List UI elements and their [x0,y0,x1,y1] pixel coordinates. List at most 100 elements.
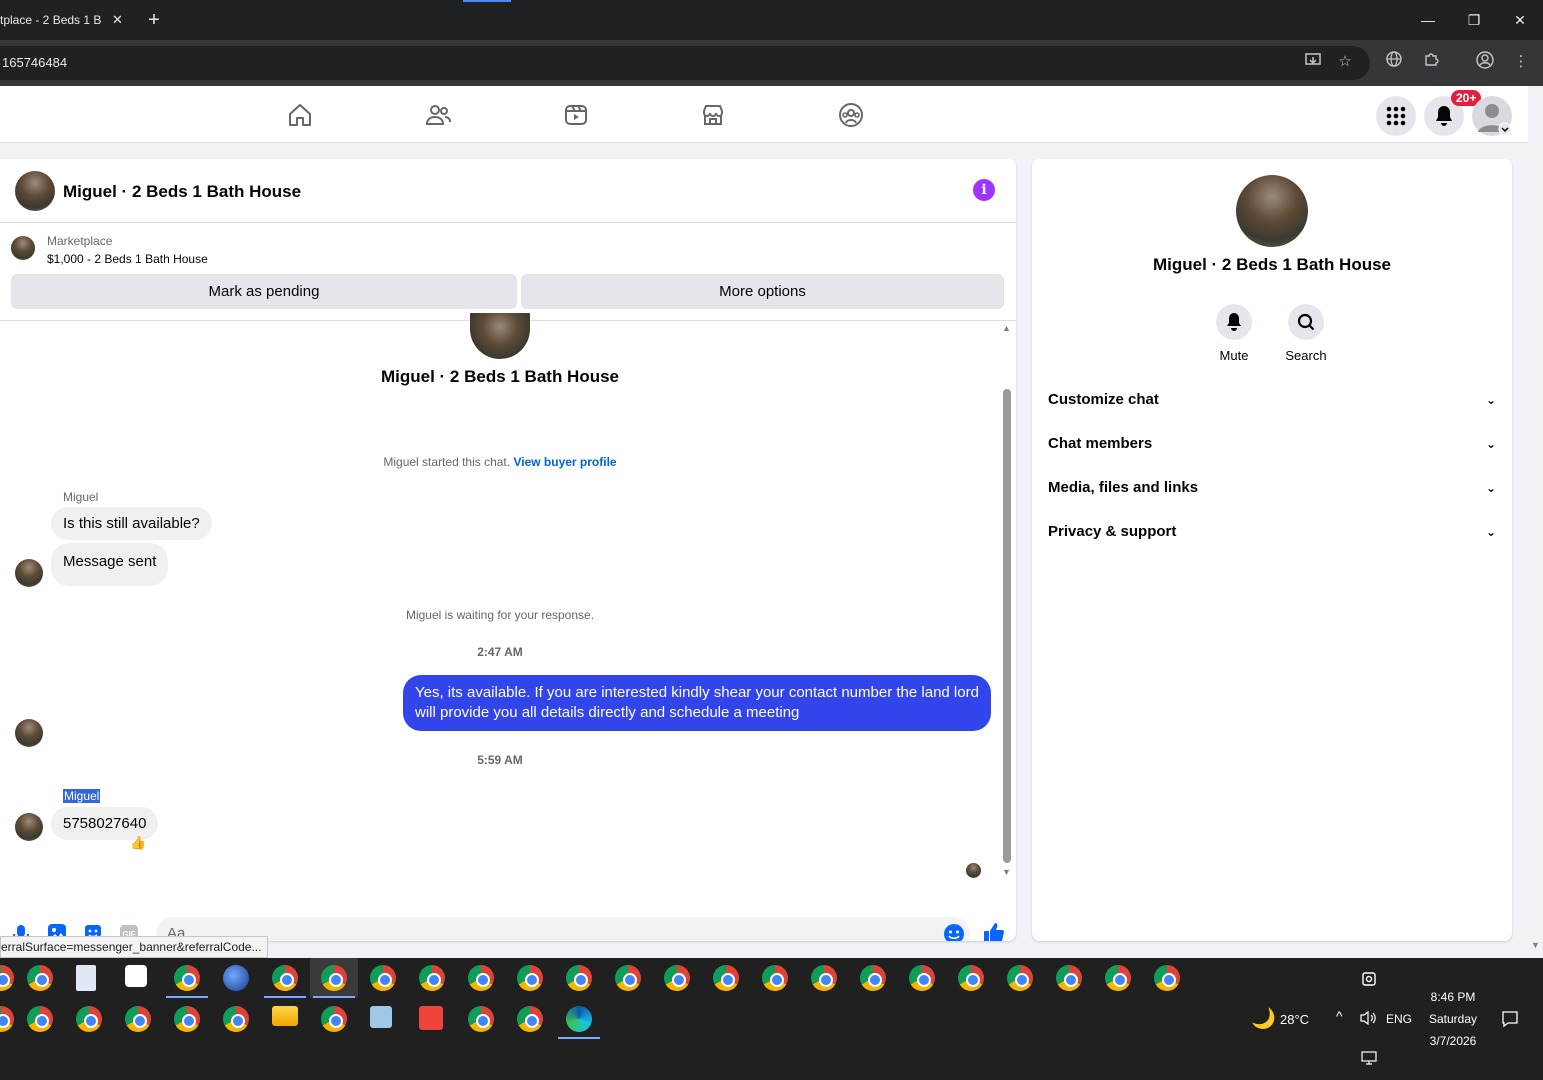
video-icon[interactable] [562,101,590,129]
chat-avatar[interactable] [15,171,55,211]
more-options-button[interactable]: More options [521,274,1004,309]
translate-globe-icon[interactable] [1383,51,1405,73]
chrome-taskbar-icon[interactable] [468,965,494,991]
chrome-taskbar-icon[interactable] [468,1006,494,1032]
chrome-taskbar-icon[interactable] [0,965,14,991]
marketplace-icon[interactable] [699,101,727,129]
chrome-taskbar-icon[interactable] [517,1006,543,1032]
profile-avatar[interactable] [1236,175,1308,247]
chrome-taskbar-icon[interactable] [76,1006,102,1032]
listing-thumbnail[interactable] [11,236,35,260]
section-media-files-links[interactable]: Media, files and links ⌄ [1048,468,1496,508]
listing-price-title[interactable]: $1,000 - 2 Beds 1 Bath House [47,252,208,266]
profile-icon[interactable] [1474,51,1496,73]
incoming-message[interactable]: Is this still available? [51,507,212,540]
tab-close-icon[interactable]: ✕ [112,12,123,28]
maximize-button[interactable]: ❐ [1462,8,1486,32]
mark-as-pending-button[interactable]: Mark as pending [11,274,517,309]
file-explorer-icon[interactable] [272,1006,298,1026]
chrome-taskbar-icon[interactable] [321,965,347,991]
chrome-taskbar-icon[interactable] [615,965,641,991]
thumbs-up-send-icon[interactable] [982,921,1004,941]
page-scrollbar[interactable]: ▼ [1528,143,1543,958]
browser-globe-icon[interactable] [223,965,249,991]
chat-title[interactable]: Miguel · 2 Beds 1 Bath House [63,182,301,202]
minimize-button[interactable]: — [1416,8,1440,32]
app-taskbar-icon[interactable] [370,1006,392,1028]
search-icon[interactable] [1288,304,1324,340]
weather-moon-icon[interactable]: 🌙 [1251,1006,1276,1031]
extensions-puzzle-icon[interactable] [1420,51,1442,73]
clock-time[interactable]: 8:46 PM [1422,990,1484,1004]
home-icon[interactable] [286,101,314,129]
anydesk-icon[interactable] [419,1006,443,1030]
chrome-taskbar-icon[interactable] [860,965,886,991]
profile-name[interactable]: Miguel · 2 Beds 1 Bath House [1032,255,1512,275]
section-privacy-support[interactable]: Privacy & support ⌄ [1048,512,1496,552]
clock-date[interactable]: 3/7/2026 [1422,1034,1484,1048]
account-avatar[interactable] [1472,96,1512,136]
language-indicator[interactable]: ENG [1386,1012,1412,1026]
scroll-up-arrow-icon[interactable]: ▲ [1002,323,1011,333]
chrome-taskbar-icon[interactable] [1105,965,1131,991]
install-app-icon[interactable] [1302,51,1324,73]
menu-grid-icon[interactable] [1376,96,1416,136]
edge-taskbar-icon[interactable] [566,1006,592,1032]
chrome-taskbar-icon[interactable] [272,965,298,991]
scroll-thumb[interactable] [1003,389,1011,863]
sender-avatar[interactable] [15,719,43,747]
chrome-taskbar-icon[interactable] [909,965,935,991]
chrome-taskbar-icon[interactable] [762,965,788,991]
sender-avatar[interactable] [15,813,43,841]
show-hidden-icons-chevron-icon[interactable]: ^ [1336,1008,1343,1024]
meet-now-icon[interactable] [1360,970,1378,988]
chrome-taskbar-icon[interactable] [27,1006,53,1032]
new-tab-button[interactable]: + [144,8,164,32]
chrome-taskbar-icon[interactable] [1154,965,1180,991]
incoming-message[interactable]: Message sent [51,543,169,586]
chrome-taskbar-icon[interactable] [27,965,53,991]
network-icon[interactable] [1360,1050,1378,1071]
groups-icon[interactable] [837,101,865,129]
address-bar[interactable]: 165746484 [0,46,1370,80]
chrome-taskbar-icon[interactable] [174,965,200,991]
chrome-taskbar-icon[interactable] [517,965,543,991]
chrome-taskbar-icon[interactable] [0,1006,14,1032]
chrome-taskbar-icon[interactable] [958,965,984,991]
mute-bell-icon[interactable] [1216,304,1252,340]
view-buyer-profile-link[interactable]: View buyer profile [513,455,616,469]
close-window-button[interactable]: ✕ [1508,8,1532,32]
notification-center-icon[interactable] [1501,1010,1519,1033]
chrome-taskbar-icon[interactable] [223,1006,249,1032]
chrome-taskbar-icon[interactable] [664,965,690,991]
chrome-taskbar-icon[interactable] [1056,965,1082,991]
browser-menu-icon[interactable]: ⋮ [1510,51,1532,73]
search-action[interactable]: Search [1276,304,1336,363]
chrome-taskbar-icon[interactable] [174,1006,200,1032]
friends-icon[interactable] [424,101,452,129]
chrome-taskbar-icon[interactable] [713,965,739,991]
message-list[interactable]: Miguel · 2 Beds 1 Bath House Miguel star… [0,313,1000,878]
browser-tab[interactable]: tplace - 2 Beds 1 Ba ✕ [0,0,135,40]
chrome-taskbar-icon[interactable] [566,965,592,991]
message-input[interactable]: Aa [156,917,970,941]
chrome-taskbar-icon[interactable] [125,1006,151,1032]
notepad-icon[interactable] [76,965,96,991]
page-scroll-down-icon[interactable]: ▼ [1531,940,1540,950]
chrome-taskbar-icon[interactable] [321,1006,347,1032]
clock-day[interactable]: Saturday [1422,1012,1484,1026]
outgoing-message[interactable]: Yes, its available. If you are intereste… [403,675,991,731]
chrome-taskbar-icon[interactable] [419,965,445,991]
section-chat-members[interactable]: Chat members ⌄ [1048,424,1496,464]
emoji-icon[interactable] [943,923,965,941]
sender-avatar[interactable] [15,559,43,587]
chrome-taskbar-icon[interactable] [1007,965,1033,991]
section-customize-chat[interactable]: Customize chat ⌄ [1048,380,1496,420]
volume-icon[interactable] [1359,1010,1377,1031]
chat-scrollbar[interactable]: ▲ ▼ [1000,321,1014,877]
weather-temperature[interactable]: 28°C [1280,1012,1309,1027]
mute-action[interactable]: Mute [1204,304,1264,363]
thumbs-up-reaction[interactable]: 👍 [130,835,146,851]
capcut-taskbar-icon[interactable] [125,965,147,987]
chrome-taskbar-icon[interactable] [370,965,396,991]
